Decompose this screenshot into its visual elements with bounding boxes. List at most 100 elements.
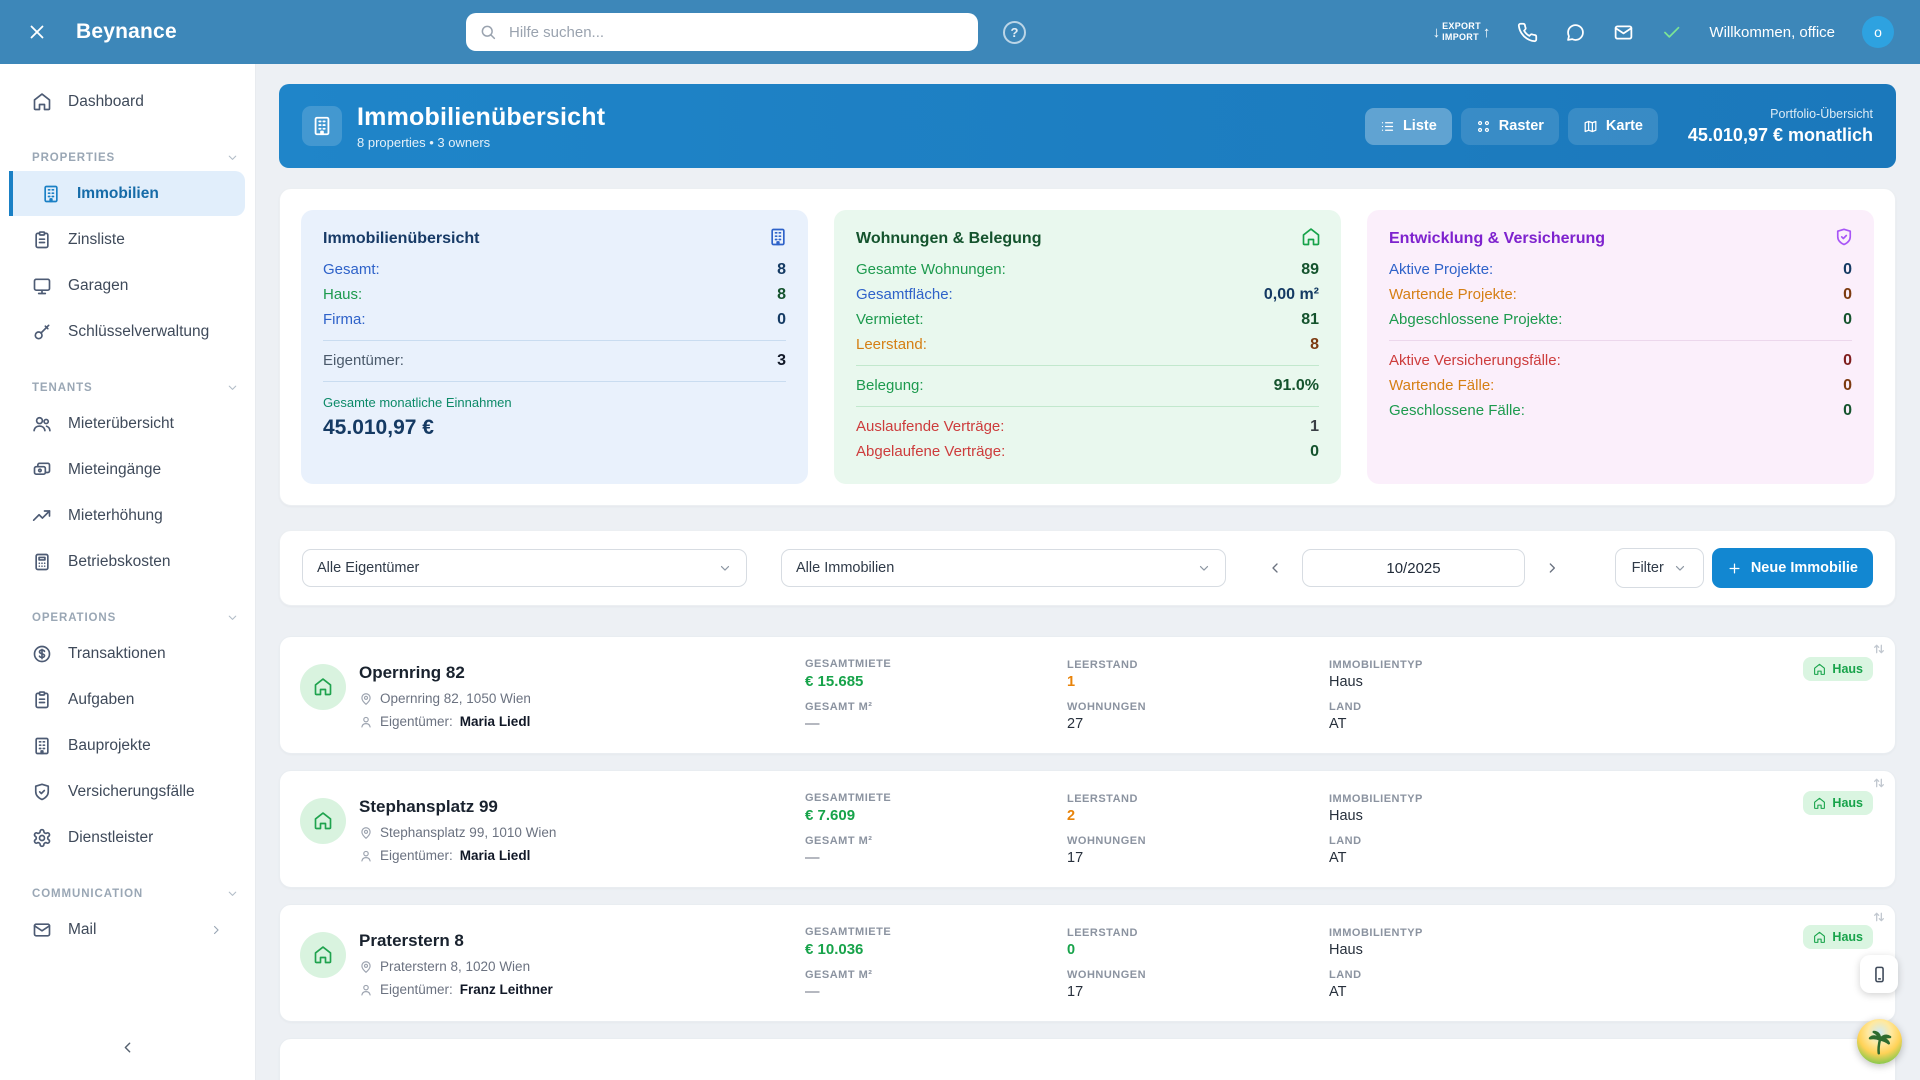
help-button[interactable]: ? xyxy=(1003,21,1026,44)
property-address: Praterstern 8, 1020 Wien xyxy=(380,959,530,974)
divider xyxy=(856,365,1319,366)
sidebar-item-label: Dashboard xyxy=(68,93,144,111)
sidebar-item-versicherungsfaelle[interactable]: Versicherungsfälle xyxy=(0,769,245,814)
property-name: Praterstern 8 xyxy=(359,931,553,951)
stat-label: Aktive Projekte: xyxy=(1389,261,1493,279)
stat-label: Gesamt: xyxy=(323,261,380,279)
key-icon xyxy=(32,322,52,342)
search-input[interactable] xyxy=(507,23,965,42)
close-menu-icon[interactable] xyxy=(26,21,48,43)
new-property-button[interactable]: Neue Immobilie xyxy=(1712,548,1873,588)
sidebar-item-mail[interactable]: Mail xyxy=(0,907,245,952)
type-value: Haus xyxy=(1329,674,1591,690)
page-header: Immobilienübersicht 8 properties • 3 own… xyxy=(279,84,1896,168)
house-icon xyxy=(300,932,346,978)
stat-label: Leerstand: xyxy=(856,336,927,354)
home-icon xyxy=(1813,797,1826,810)
property-row[interactable]: Praterstern 8 Praterstern 8, 1020 Wien E… xyxy=(279,904,1896,1022)
type-badge: Haus xyxy=(1803,657,1873,681)
stat-value: 3 xyxy=(777,352,786,370)
property-select[interactable]: Alle Immobilien xyxy=(781,549,1226,587)
export-import-button[interactable]: ↓ EXPORT IMPORT ↑ xyxy=(1433,21,1491,44)
view-raster-button[interactable]: Raster xyxy=(1461,108,1559,145)
map-icon xyxy=(1583,119,1598,134)
dollar-circle-icon xyxy=(32,644,52,664)
portfolio-label: Portfolio-Übersicht xyxy=(1683,107,1873,121)
owner-select[interactable]: Alle Eigentümer xyxy=(302,549,747,587)
chevron-down-icon xyxy=(226,151,239,164)
sidebar-section-tenants[interactable]: TENANTS xyxy=(32,381,239,394)
sidebar-item-schluesselverwaltung[interactable]: Schlüsselverwaltung xyxy=(0,309,245,354)
sidebar-item-immobilien[interactable]: Immobilien xyxy=(9,171,245,216)
property-name: Stephansplatz 99 xyxy=(359,797,556,817)
global-search[interactable] xyxy=(466,13,978,51)
user-icon xyxy=(359,983,373,997)
sidebar-section-operations[interactable]: OPERATIONS xyxy=(32,611,239,624)
view-karte-button[interactable]: Karte xyxy=(1568,108,1658,145)
brand-logo: Beynance xyxy=(76,20,177,44)
divider xyxy=(323,381,786,382)
cards-icon xyxy=(32,460,52,480)
user-icon xyxy=(359,849,373,863)
stat-label: Wartende Projekte: xyxy=(1389,286,1517,304)
stat-label: Abgelaufene Verträge: xyxy=(856,443,1005,461)
sidebar-item-betriebskosten[interactable]: Betriebskosten xyxy=(0,539,245,584)
status-check-icon[interactable] xyxy=(1661,22,1682,43)
view-liste-button[interactable]: Liste xyxy=(1365,108,1452,145)
divider xyxy=(323,340,786,341)
home-icon xyxy=(1301,227,1321,247)
sidebar-item-aufgaben[interactable]: Aufgaben xyxy=(0,677,245,722)
sidebar-item-label: Aufgaben xyxy=(68,691,134,709)
type-badge: Haus xyxy=(1803,791,1873,815)
sidebar-section-properties[interactable]: PROPERTIES xyxy=(32,151,239,164)
property-row[interactable]: Stephansplatz 99 Stephansplatz 99, 1010 … xyxy=(279,770,1896,888)
stat-label: Gesamtfläche: xyxy=(856,286,953,304)
sidebar-section-communication[interactable]: COMMUNICATION xyxy=(32,887,239,900)
sort-arrows-icon[interactable] xyxy=(1871,641,1887,657)
vacancy-value: 0 xyxy=(1067,942,1329,958)
previous-month-button[interactable] xyxy=(1267,560,1283,576)
sidebar-item-mieteingaenge[interactable]: Mieteingänge xyxy=(0,447,245,492)
home-icon xyxy=(32,92,52,112)
next-month-button[interactable] xyxy=(1544,560,1560,576)
chevron-down-icon xyxy=(226,611,239,624)
country-value: AT xyxy=(1329,850,1591,866)
month-input[interactable]: 10/2025 xyxy=(1302,549,1525,587)
sidebar-item-mieterhoehung[interactable]: Mieterhöhung xyxy=(0,493,245,538)
sidebar-item-transaktionen[interactable]: Transaktionen xyxy=(0,631,245,676)
building-icon xyxy=(302,106,342,146)
chevron-down-icon xyxy=(226,381,239,394)
filter-button[interactable]: Filter xyxy=(1615,548,1704,588)
stat-value: 8 xyxy=(777,286,786,304)
beach-widget-button[interactable] xyxy=(1857,1019,1902,1064)
avatar[interactable]: o xyxy=(1862,16,1894,48)
chevron-right-icon xyxy=(209,923,223,937)
import-label: IMPORT xyxy=(1442,32,1481,43)
country-value: AT xyxy=(1329,984,1591,1000)
sidebar-item-garagen[interactable]: Garagen xyxy=(0,263,245,308)
sidebar-item-label: Transaktionen xyxy=(68,645,166,663)
property-row-partial[interactable] xyxy=(279,1038,1896,1080)
calculator-icon xyxy=(32,552,52,572)
stat-value: 0 xyxy=(1843,261,1852,279)
sort-arrows-icon[interactable] xyxy=(1871,775,1887,791)
users-icon xyxy=(32,414,52,434)
stat-value: 0 xyxy=(1843,377,1852,395)
sidebar-item-bauprojekte[interactable]: Bauprojekte xyxy=(0,723,245,768)
sidebar-item-mieteruebersicht[interactable]: Mieterübersicht xyxy=(0,401,245,446)
sidebar-item-dienstleister[interactable]: Dienstleister xyxy=(0,815,245,860)
phone-icon[interactable] xyxy=(1517,22,1538,43)
units-value: 17 xyxy=(1067,850,1329,866)
sidebar-collapse-button[interactable] xyxy=(115,1034,141,1060)
mobile-app-button[interactable] xyxy=(1860,955,1898,993)
mail-icon[interactable] xyxy=(1613,22,1634,43)
stat-card-entwicklung: Entwicklung & Versicherung Aktive Projek… xyxy=(1367,210,1874,484)
sidebar-item-dashboard[interactable]: Dashboard xyxy=(0,79,245,124)
sidebar-item-label: Dienstleister xyxy=(68,829,153,847)
sort-arrows-icon[interactable] xyxy=(1871,909,1887,925)
stat-card-immobilien: Immobilienübersicht Gesamt:8 Haus:8 Firm… xyxy=(301,210,808,484)
property-row[interactable]: Opernring 82 Opernring 82, 1050 Wien Eig… xyxy=(279,636,1896,754)
chat-bubble-icon[interactable] xyxy=(1565,22,1586,43)
sidebar-item-zinsliste[interactable]: Zinsliste xyxy=(0,217,245,262)
home-icon xyxy=(1813,663,1826,676)
